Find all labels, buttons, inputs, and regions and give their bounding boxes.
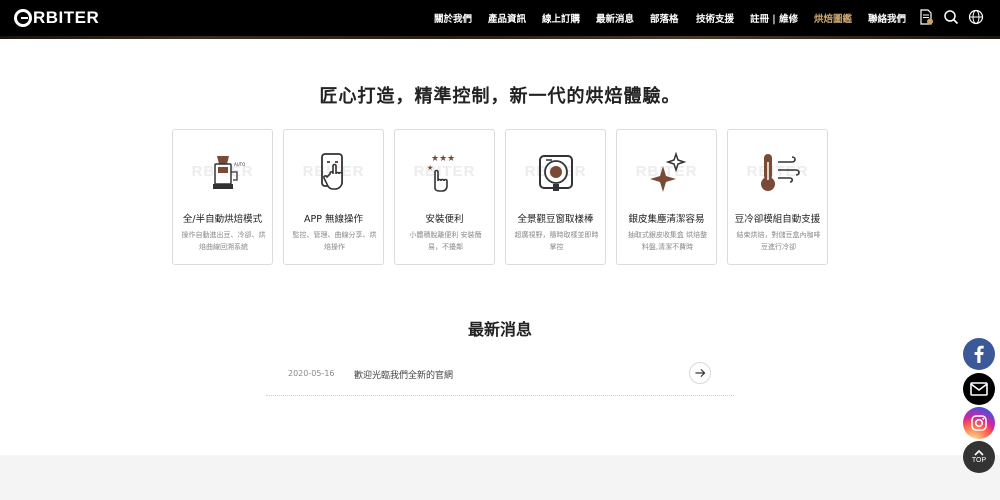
news-date: 2020-05-16 [288, 369, 335, 378]
svg-text:AUTO: AUTO [234, 162, 245, 167]
facebook-button[interactable] [963, 338, 995, 370]
nav-news[interactable]: 最新消息 [596, 11, 634, 25]
nav-about[interactable]: 關於我們 [434, 11, 472, 25]
feature-card-auto-roast: RBITER AUTO 全/半自動烘焙模式 操作自動進出豆、冷卻、烘焙曲線回溯系… [172, 129, 273, 265]
search-icon[interactable] [943, 9, 959, 25]
nav-register-repair[interactable]: 註冊 | 維修 [750, 11, 798, 25]
feature-card-easy-install: RBITER ★★★ ★ 安裝便利 小體積脫離便利 安裝簡易，不擾鄰 [394, 129, 495, 265]
news-section-title: 最新消息 [467, 320, 532, 339]
document-icon[interactable] [918, 9, 934, 25]
nav-blog[interactable]: 部落格 [650, 11, 679, 25]
card-description: 小體積脫離便利 安裝簡易，不擾鄰 [409, 231, 482, 251]
card-title: 豆冷卻模組自動支援 [734, 214, 821, 225]
card-description: 操作自動進出豆、冷卻、烘焙曲線回溯系統 [181, 231, 266, 251]
card-description: 抽取式銀皮收集盒 烘焙整料盤,清潔不費時 [627, 231, 708, 251]
card-description: 結束烘焙，對儲豆盒內咖啡豆進行冷卻 [736, 231, 821, 251]
feature-card-chaff-collector: RBITER 銀皮集塵清潔容易 抽取式銀皮收集盒 烘焙整料盤,清潔不費時 [616, 129, 717, 265]
email-button[interactable] [963, 373, 995, 405]
nav-tech-support[interactable]: 技術支援 [696, 11, 734, 25]
card-title: 全/半自動烘焙模式 [182, 214, 263, 225]
hero-image-strip [0, 36, 1000, 39]
orbiter-logo[interactable]: RBITER [14, 8, 99, 28]
nav-products[interactable]: 產品資訊 [488, 11, 526, 25]
smartphone-touch-icon [321, 153, 343, 190]
back-to-top-button[interactable]: TOP [963, 441, 995, 473]
nav-roast-guide[interactable]: 烘焙圖鑑 [814, 11, 852, 25]
top-navbar: RBITER 關於我們 產品資訊 線上訂購 最新消息 部落格 技術支援 註冊 |… [0, 0, 1000, 36]
feature-card-viewing-window: RBITER 全景觀豆窗取樣棒 超廣視野，隨時取樣並即時掌控 [505, 129, 606, 265]
card-title: APP 無線操作 [304, 214, 363, 225]
top-label: TOP [971, 457, 987, 464]
card-title: 安裝便利 [425, 214, 464, 225]
coffee-grinder-icon: AUTO [213, 156, 245, 189]
svg-text:★★★: ★★★ [431, 154, 455, 164]
arrow-right-icon[interactable] [689, 362, 711, 384]
feature-card-app-control: RBITER APP 無線操作 監控、管理、曲線分享、烘焙操作 [283, 129, 384, 265]
instagram-icon [971, 415, 987, 431]
star-rating-hand-icon: ★★★ ★ [427, 154, 455, 192]
thermometer-wind-icon [761, 154, 800, 191]
mail-icon [970, 382, 988, 396]
card-title: 全景觀豆窗取樣棒 [517, 214, 594, 225]
feature-card-cooling-module: RBITER 豆冷卻模組自動支援 結束烘焙，對儲豆盒內咖啡豆進行冷卻 [727, 129, 828, 265]
features-headline: 匠心打造，精準控制，新一代的烘焙體驗。 [319, 86, 681, 107]
globe-icon[interactable] [968, 9, 984, 25]
logo-o-mark [14, 9, 32, 27]
nav-contact[interactable]: 聯絡我們 [868, 11, 906, 25]
news-headline-link[interactable]: 歡迎光臨我們全新的官網 [354, 368, 453, 381]
footer-band [0, 455, 1000, 500]
nav-online-order[interactable]: 線上訂購 [542, 11, 580, 25]
sparkle-icon [650, 151, 687, 192]
news-list-item[interactable]: 2020-05-16 歡迎光臨我們全新的官網 [266, 358, 734, 396]
card-description: 監控、管理、曲線分享、烘焙操作 [292, 231, 377, 251]
card-title: 銀皮集塵清潔容易 [628, 214, 705, 225]
logo-text: RBITER [33, 8, 100, 27]
facebook-icon [974, 345, 984, 363]
instagram-button[interactable] [963, 407, 995, 439]
viewing-window-icon [539, 155, 573, 191]
card-description: 超廣視野，隨時取樣並即時掌控 [514, 231, 599, 251]
svg-text:★: ★ [427, 164, 433, 172]
